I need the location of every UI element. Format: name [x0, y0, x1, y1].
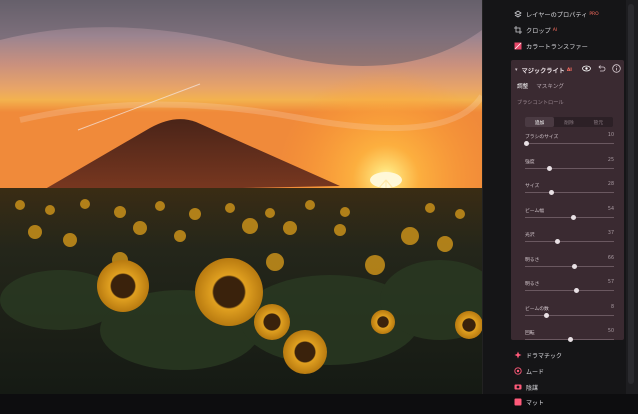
panel-item-intrigue[interactable]: 陰謀	[514, 381, 538, 393]
slider-row: ブラシのサイズ 10	[524, 133, 614, 149]
brush-mode-segmented-control: 追加 削除 管元	[525, 117, 613, 127]
intrigue-icon	[514, 383, 522, 391]
magic-light-title: マジックライト	[521, 67, 565, 75]
panel-item-matte[interactable]: マット	[514, 396, 544, 408]
panel-item-label: 陰謀	[526, 384, 539, 392]
ai-badge: AI	[552, 27, 558, 33]
slider-track[interactable]	[525, 192, 614, 193]
drama-icon	[514, 351, 522, 359]
panel-item-color-transfer[interactable]: カラートランスファー	[514, 39, 588, 53]
slider-label: ブラシのサイズ	[525, 135, 559, 140]
slider-row: 光沢 37	[525, 231, 614, 247]
layers-icon	[514, 10, 522, 18]
slider-value[interactable]: 10	[608, 133, 614, 138]
chevron-down-icon: ▾	[515, 67, 518, 73]
slider-row: ビーム幅 54	[525, 207, 614, 223]
panel-item-label: レイヤーのプロパティ	[526, 11, 588, 19]
slider-value[interactable]: 8	[611, 305, 614, 310]
visibility-eye-icon[interactable]	[582, 64, 591, 73]
brush-control-title: ブラシコントロール	[517, 100, 564, 106]
panel-item-label: クロップ	[526, 27, 551, 35]
slider-value[interactable]: 50	[608, 329, 614, 334]
color-transfer-icon	[514, 42, 522, 50]
panel-item-label: ムード	[526, 368, 545, 376]
slider-value[interactable]: 25	[608, 158, 614, 163]
slider-track[interactable]	[525, 241, 614, 242]
tab-masking[interactable]: マスキング	[536, 82, 564, 90]
slider-label: ビームの数	[525, 306, 549, 312]
slider-row: 明るさ 66	[525, 256, 614, 272]
panel-item-label: カラートランスファー	[526, 43, 588, 51]
panel-item-crop[interactable]: クロップ AI	[514, 23, 557, 37]
slider-knob[interactable]	[574, 288, 580, 293]
slider-label: 回転	[525, 331, 535, 336]
slider-knob[interactable]	[567, 337, 573, 342]
slider-track[interactable]	[525, 314, 614, 316]
slider-row: サイズ 28	[525, 182, 614, 198]
ai-badge: AI	[566, 67, 572, 73]
slider-knob[interactable]	[555, 239, 561, 244]
slider-knob[interactable]	[543, 312, 549, 318]
tab-adjust[interactable]: 調整	[517, 82, 528, 90]
slider-row: 回転 50	[525, 329, 614, 345]
slider-label: ビーム幅	[525, 208, 545, 214]
slider-knob[interactable]	[572, 263, 578, 269]
slider-track[interactable]	[525, 290, 614, 291]
magic-light-header[interactable]: ▾ マジックライト AI	[515, 64, 572, 76]
slider-value[interactable]: 66	[608, 256, 614, 261]
slider-row: 強度 25	[525, 158, 614, 174]
slider-track[interactable]	[525, 216, 614, 218]
panel-scrollbar-thumb[interactable]	[628, 4, 634, 384]
undo-icon[interactable]	[597, 64, 606, 73]
matte-icon	[514, 398, 522, 406]
slider-knob[interactable]	[546, 165, 552, 171]
sunflower-photo	[0, 0, 482, 394]
slider-label: サイズ	[525, 184, 540, 189]
slider-knob[interactable]	[570, 214, 576, 220]
slider-row: ビームの数 8	[525, 305, 614, 321]
slider-value[interactable]: 54	[608, 207, 614, 212]
slider-track[interactable]	[525, 167, 614, 169]
slider-knob[interactable]	[549, 190, 555, 195]
slider-value[interactable]: 57	[608, 280, 614, 285]
panel-item-label: マット	[526, 399, 545, 407]
segment-restore[interactable]: 管元	[584, 117, 613, 127]
segment-erase[interactable]: 削除	[554, 117, 583, 127]
panel-item-mood[interactable]: ムード	[514, 365, 544, 377]
slider-row: 明るさ 57	[525, 280, 614, 296]
slider-track[interactable]	[525, 143, 614, 144]
crop-icon	[514, 26, 522, 34]
slider-label: 光沢	[525, 233, 535, 238]
photo-canvas[interactable]	[0, 0, 482, 394]
slider-track[interactable]	[525, 265, 614, 267]
panel-item-label: ドラマチック	[526, 352, 563, 360]
info-icon[interactable]	[612, 64, 621, 73]
slider-value[interactable]: 28	[608, 182, 614, 187]
slider-label: 明るさ	[525, 282, 540, 287]
magic-light-tabs: 調整 マスキング	[517, 82, 564, 90]
panel-item-dramatic[interactable]: ドラマチック	[514, 349, 562, 361]
mood-icon	[514, 367, 522, 375]
segment-add[interactable]: 追加	[525, 117, 555, 127]
slider-knob[interactable]	[524, 141, 530, 146]
panel-item-layer-properties[interactable]: レイヤーのプロパティ PRO	[514, 7, 599, 21]
slider-label: 明るさ	[525, 257, 540, 263]
slider-label: 強度	[525, 159, 535, 165]
magic-light-actions	[582, 64, 621, 73]
pro-badge: PRO	[589, 11, 599, 17]
slider-value[interactable]: 37	[608, 231, 614, 236]
